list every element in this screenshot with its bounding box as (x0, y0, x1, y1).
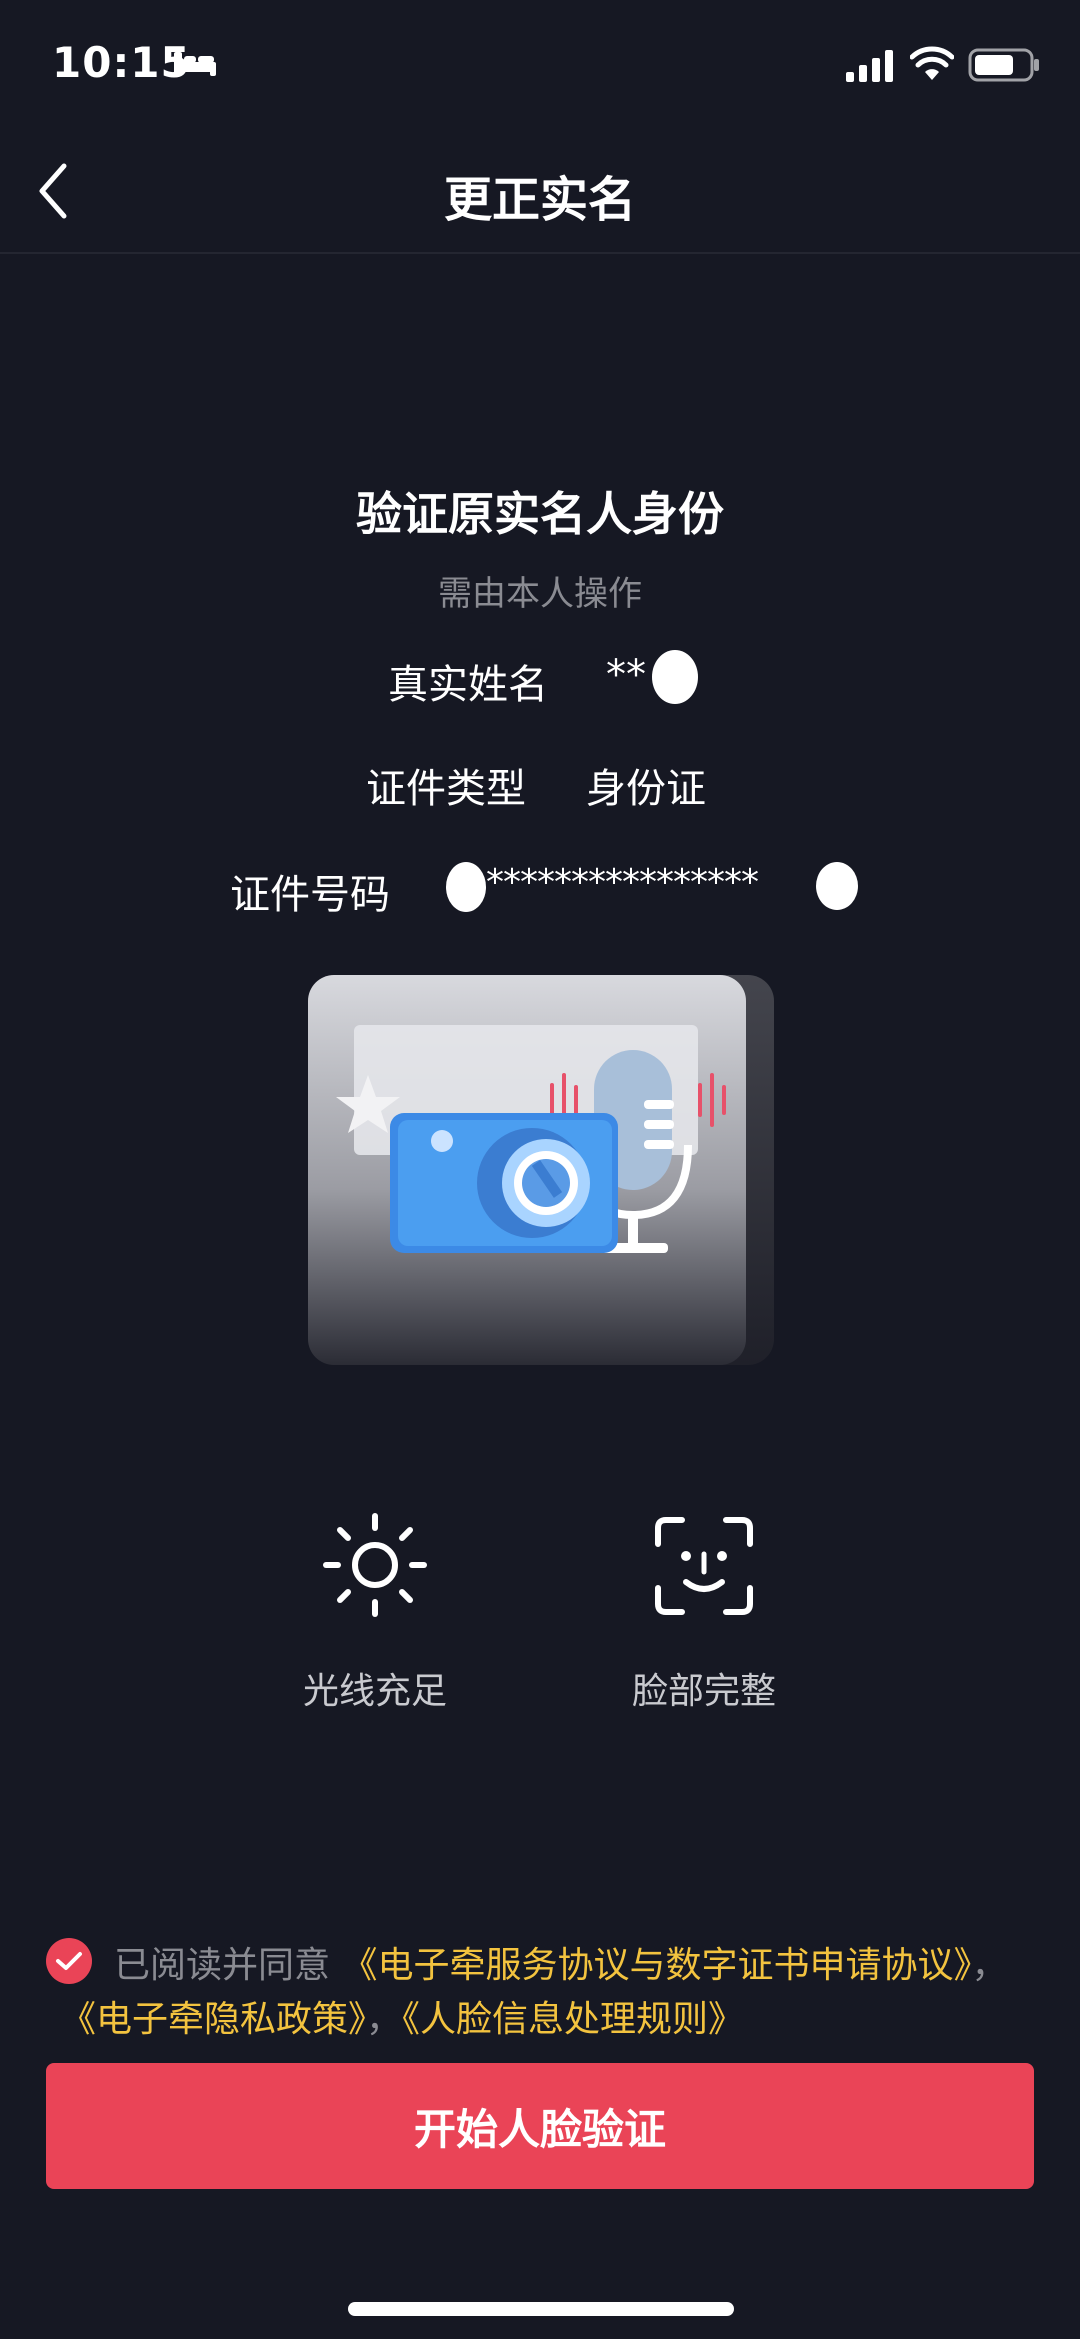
id-redaction-start (446, 862, 486, 912)
verify-heading: 验证原实名人身份 (356, 487, 724, 541)
battery-icon (968, 48, 1039, 82)
name-redaction (652, 650, 698, 704)
wifi-icon (910, 46, 954, 80)
agreement-line-2: 《电子牵隐私政策》，《人脸信息处理规则》 (60, 1990, 744, 2042)
home-indicator[interactable] (348, 2302, 734, 2316)
check-icon (56, 1952, 82, 1970)
agree-checkbox[interactable] (46, 1938, 92, 1984)
real-name-value: ** (606, 652, 646, 698)
cellular-signal-icon (846, 50, 893, 82)
face-info-rules-link[interactable]: 《人脸信息处理规则》 (402, 1999, 744, 2040)
verify-subheading: 需由本人操作 (438, 574, 642, 614)
id-type-value: 身份证 (586, 766, 706, 812)
privacy-policy-link[interactable]: 《电子牵隐私政策》 (60, 1999, 366, 2040)
agree-separator: ， (971, 1945, 1008, 1986)
service-agreement-link[interactable]: 《电子牵服务协议与数字证书申请协议》 (341, 1945, 971, 1986)
face-verify-illustration (308, 975, 774, 1365)
id-type-label: 证件类型 (366, 766, 526, 812)
id-redaction-end (816, 862, 858, 910)
agree-prefix: 已阅读并同意 (114, 1945, 331, 1986)
status-time: 10:15 (52, 38, 191, 87)
tip-lighting-label: 光线充足 (302, 1671, 447, 1712)
tip-face-label: 脸部完整 (631, 1671, 776, 1712)
bed-icon (174, 52, 216, 76)
agreement-line-1: 已阅读并同意 《电子牵服务协议与数字证书申请协议》， (114, 1936, 1008, 1988)
sun-icon (323, 1513, 427, 1617)
id-number-label: 证件号码 (230, 872, 390, 918)
face-scan-icon (655, 1517, 753, 1615)
nav-divider (0, 252, 1080, 254)
id-number-value: **************** (486, 862, 759, 903)
camera-icon (390, 1113, 618, 1253)
start-face-verify-button[interactable]: 开始人脸验证 (46, 2063, 1034, 2189)
real-name-label: 真实姓名 (388, 662, 548, 708)
agree-separator-2: ， (366, 1999, 403, 2040)
page-title: 更正实名 (443, 172, 636, 228)
